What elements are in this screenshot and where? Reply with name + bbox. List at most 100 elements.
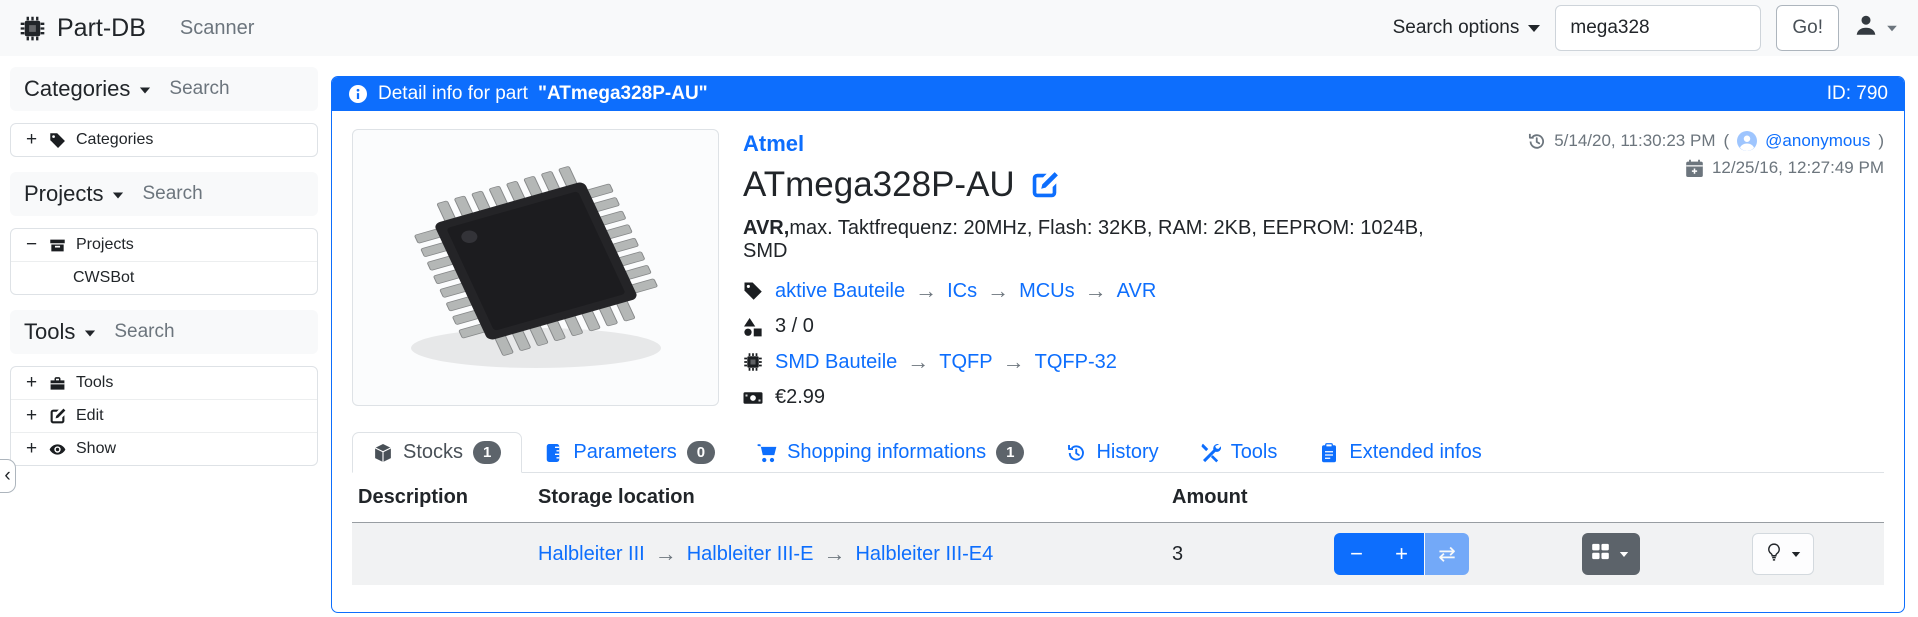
sidebar-item-tools[interactable]: + Tools (11, 367, 317, 400)
tree-item-label: Categories (76, 131, 153, 149)
microchip-logo-icon (19, 15, 46, 42)
money-bill-icon (743, 388, 763, 408)
tree-item-label: Show (76, 440, 116, 458)
search-input[interactable] (1555, 5, 1761, 51)
tab-parameters[interactable]: Parameters0 (522, 432, 736, 473)
footprint-link[interactable]: TQFP (939, 351, 992, 374)
storage-location-breadcrumb: Halbleiter III→Halbleiter III-E→Halbleit… (538, 541, 1158, 567)
calendar-icon (1685, 159, 1704, 178)
expand-node-icon[interactable]: + (24, 405, 39, 427)
info-circle-icon (348, 84, 368, 104)
search-go-button[interactable]: Go! (1776, 5, 1839, 51)
timestamps: 5/14/20, 11:30:23 PM ( @anonymous) 12/25… (1484, 129, 1884, 420)
sidebar-item-edit[interactable]: +Edit (11, 400, 317, 433)
cart-icon (757, 443, 777, 463)
column-actions (1328, 473, 1884, 523)
lightbulb-icon (1765, 541, 1783, 567)
view-options-dropdown-button[interactable] (1582, 533, 1640, 575)
table-header-row: Description Storage location Amount (352, 473, 1884, 523)
move-stock-button[interactable]: ⇄ (1424, 533, 1469, 575)
search-options-dropdown[interactable]: Search options (1393, 17, 1541, 39)
tab-stocks[interactable]: Stocks1 (352, 432, 522, 473)
edit-part-icon[interactable] (1030, 171, 1059, 200)
label-dropdown-button[interactable] (1752, 533, 1814, 575)
stock-amount: 3 / 0 (775, 315, 814, 338)
expand-node-icon[interactable]: + (24, 129, 39, 151)
part-id: ID: 790 (1827, 83, 1888, 105)
sidebar-search-input[interactable] (112, 320, 242, 344)
sidebar-section-header: Tools (10, 310, 318, 354)
tab-label: Tools (1231, 441, 1278, 464)
user-link[interactable]: @anonymous (1765, 131, 1870, 151)
manufacturer-link[interactable]: Atmel (743, 131, 804, 157)
arrow-right-icon: → (915, 278, 937, 304)
part-name: ATmega328P-AU (743, 165, 1015, 205)
storage-location-link[interactable]: Halbleiter III-E (687, 543, 814, 566)
card-header-part-name: "ATmega328P-AU" (538, 83, 708, 105)
chevron-down-icon (140, 88, 150, 94)
tab-tools[interactable]: Tools (1180, 432, 1299, 473)
sidebar-search-input[interactable] (167, 77, 297, 101)
category-link[interactable]: aktive Bauteile (775, 280, 905, 303)
collapse-node-icon[interactable]: − (24, 234, 39, 256)
history-icon (1066, 443, 1086, 463)
row-actions: − + ⇄ (1334, 533, 1876, 575)
part-description: AVR,max. Taktfrequenz: 20MHz, Flash: 32K… (743, 217, 1460, 263)
tab-extended-infos[interactable]: Extended infos (1298, 432, 1502, 473)
sidebar-item-projects[interactable]: −Projects (11, 229, 317, 262)
sidebar-collapse-toggle[interactable]: ‹ (0, 459, 16, 493)
arrow-right-icon: → (907, 349, 929, 375)
created-row: 5/14/20, 11:30:23 PM ( @anonymous) (1484, 131, 1884, 151)
stock-table: Description Storage location Amount Halb… (352, 473, 1884, 585)
tab-label: Shopping informations (787, 441, 986, 464)
sidebar-section-title-dropdown[interactable]: Projects (24, 181, 124, 207)
chevron-down-icon (1791, 552, 1799, 557)
part-image[interactable] (352, 129, 719, 406)
tools-icon (1201, 443, 1221, 463)
tree-item-label: CWSBot (73, 269, 134, 287)
category-link[interactable]: ICs (947, 280, 977, 303)
footprint-link[interactable]: SMD Bauteile (775, 351, 897, 374)
expand-node-icon[interactable]: + (24, 438, 39, 460)
tree-item-label: Tools (76, 374, 113, 392)
sidebar-item-cwsbot[interactable]: CWSBot (11, 262, 317, 294)
expand-node-icon[interactable]: + (24, 372, 39, 394)
footprint-link[interactable]: TQFP-32 (1035, 351, 1117, 374)
storage-location-link[interactable]: Halbleiter III-E4 (855, 543, 993, 566)
quantity-button-group: − + ⇄ (1334, 533, 1469, 575)
stock-row: 3 / 0 (743, 315, 1460, 338)
sidebar-section-title-dropdown[interactable]: Tools (24, 319, 96, 345)
sidebar-item-categories[interactable]: + Categories (11, 124, 317, 156)
arrow-right-icon: → (1085, 278, 1107, 304)
count-badge: 1 (996, 441, 1024, 464)
footprint-breadcrumb: SMD Bauteile → TQFP → TQFP-32 (775, 349, 1117, 375)
category-link[interactable]: AVR (1117, 280, 1157, 303)
increase-stock-button[interactable]: + (1379, 533, 1424, 575)
main-content: Detail info for part "ATmega328P-AU" ID:… (318, 56, 1918, 613)
sidebar-item-show[interactable]: + Show (11, 433, 317, 465)
nav-item-scanner[interactable]: Scanner (180, 17, 255, 40)
microchip-icon (743, 352, 763, 372)
tab-history[interactable]: History (1045, 432, 1179, 473)
sidebar-search-input[interactable] (140, 182, 270, 206)
sidebar-section-title-dropdown[interactable]: Categories (24, 76, 151, 102)
decrease-stock-button[interactable]: − (1334, 533, 1379, 575)
search-options-label: Search options (1393, 17, 1520, 39)
tag-icon (743, 281, 763, 301)
chevron-down-icon (1887, 25, 1897, 31)
arrow-right-icon: → (1003, 349, 1025, 375)
modified-date: 12/25/16, 12:27:49 PM (1712, 158, 1884, 178)
column-amount: Amount (1166, 473, 1328, 523)
tab-shopping-informations[interactable]: Shopping informations 1 (736, 432, 1045, 473)
ruler-icon (543, 443, 563, 463)
user-menu[interactable] (1854, 13, 1898, 43)
part-tabs: Stocks1Parameters0 Shopping informations 1… (352, 432, 1884, 473)
section-title-label: Projects (24, 181, 103, 207)
app-brand[interactable]: Part-DB (19, 14, 146, 43)
tag-icon (49, 132, 66, 149)
category-link[interactable]: MCUs (1019, 280, 1075, 303)
storage-location-link[interactable]: Halbleiter III (538, 543, 645, 566)
edit-icon (49, 408, 66, 425)
tab-label: Extended infos (1349, 441, 1481, 464)
user-icon (1854, 13, 1878, 43)
